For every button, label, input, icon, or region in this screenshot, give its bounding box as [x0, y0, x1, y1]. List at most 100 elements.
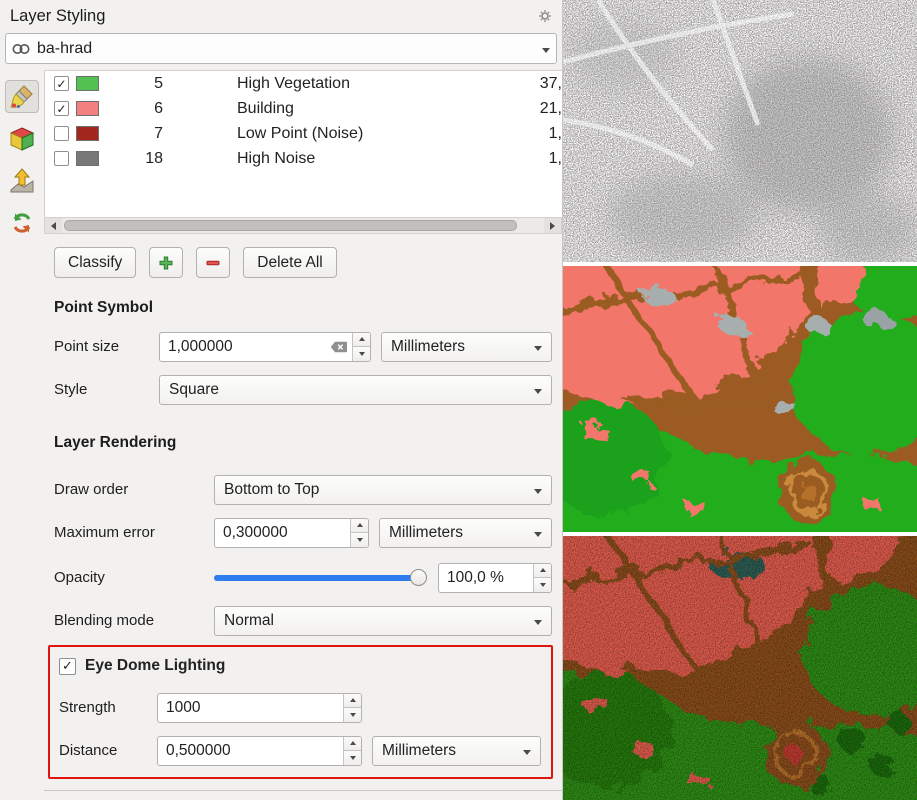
panel-spacer	[44, 779, 562, 790]
point-size-row: Point size 1,000000	[44, 331, 562, 362]
opacity-value[interactable]: 100,0 %	[439, 569, 533, 587]
opacity-label: Opacity	[54, 569, 204, 586]
tab-history[interactable]	[5, 206, 39, 239]
row-checkbox[interactable]: ✓	[54, 76, 69, 91]
opacity-slider[interactable]	[214, 568, 428, 588]
panel-options-button[interactable]	[538, 9, 552, 23]
down-arrow-icon	[359, 352, 365, 356]
point-size-value[interactable]: 1,000000	[160, 338, 326, 356]
point-symbol-heading: Point Symbol	[54, 299, 552, 317]
tab-3d-view[interactable]	[5, 122, 39, 155]
table-row[interactable]: 7 Low Point (Noise) 1,	[45, 121, 562, 146]
map-view-unclassified[interactable]	[563, 0, 917, 262]
chevron-down-icon	[534, 381, 542, 399]
spin-up-button[interactable]	[351, 519, 368, 533]
symbology-content: ✓ 5 High Vegetation 37, ✓ 6 Building 21,	[44, 70, 562, 800]
blending-mode-row: Blending mode Normal	[44, 605, 562, 636]
strength-spinbox[interactable]: 1000	[157, 693, 362, 723]
chevron-down-icon	[534, 338, 542, 356]
table-row[interactable]: ✓ 5 High Vegetation 37,	[45, 71, 562, 96]
scrollbar-track[interactable]	[62, 218, 544, 233]
spinner-buttons	[343, 737, 361, 765]
classify-button[interactable]: Classify	[54, 247, 136, 278]
elevation-arrow-icon	[9, 168, 35, 194]
spinner-buttons	[350, 519, 368, 547]
down-arrow-icon	[350, 756, 356, 760]
row-checkbox[interactable]: ✓	[54, 101, 69, 116]
class-value: 6	[107, 100, 163, 118]
delete-all-button[interactable]: Delete All	[243, 247, 336, 278]
slider-handle[interactable]	[410, 569, 427, 586]
layer-selector-row: ba-hrad	[0, 32, 562, 70]
table-row[interactable]: ✓ 6 Building 21,	[45, 96, 562, 121]
scrollbar-thumb[interactable]	[64, 220, 517, 231]
spin-up-button[interactable]	[344, 694, 361, 708]
point-size-label: Point size	[54, 338, 149, 355]
remove-class-button[interactable]	[196, 247, 230, 278]
max-error-unit-combo[interactable]: Millimeters	[379, 518, 552, 548]
layer-selector-combo[interactable]: ba-hrad	[5, 33, 557, 64]
style-label: Style	[54, 381, 149, 398]
classification-table[interactable]: ✓ 5 High Vegetation 37, ✓ 6 Building 21,	[44, 70, 562, 218]
spin-up-button[interactable]	[344, 737, 361, 751]
class-color-swatch[interactable]	[76, 76, 99, 91]
edl-checkbox[interactable]: ✓	[59, 658, 76, 675]
chevron-down-icon	[534, 524, 542, 542]
opacity-spinbox[interactable]: 100,0 %	[438, 563, 552, 593]
classified-render	[563, 266, 917, 532]
spin-up-button[interactable]	[353, 333, 370, 347]
max-error-spinbox[interactable]: 0,300000	[214, 518, 369, 548]
layer-styling-panel: Layer Styling ba-hrad	[0, 0, 563, 800]
distance-unit-combo[interactable]: Millimeters	[372, 736, 541, 766]
point-cloud-layer-icon	[12, 42, 30, 56]
distance-spinbox[interactable]: 0,500000	[157, 736, 362, 766]
combo-value: Millimeters	[389, 524, 463, 542]
point-size-spinbox[interactable]: 1,000000	[159, 332, 371, 362]
row-checkbox[interactable]	[54, 126, 69, 141]
up-arrow-icon	[350, 741, 356, 745]
slider-track[interactable]	[214, 575, 424, 581]
style-combo[interactable]: Square	[159, 375, 552, 405]
spin-down-button[interactable]	[351, 532, 368, 547]
blending-mode-combo[interactable]: Normal	[214, 606, 552, 636]
spin-down-button[interactable]	[344, 707, 361, 722]
class-color-swatch[interactable]	[76, 101, 99, 116]
horizontal-scrollbar[interactable]	[44, 218, 562, 234]
spin-down-button[interactable]	[353, 346, 370, 361]
spinner-buttons	[343, 694, 361, 722]
down-arrow-icon	[350, 713, 356, 717]
cube-3d-icon	[9, 126, 35, 152]
table-row[interactable]: 18 High Noise 1,	[45, 146, 562, 171]
draw-order-combo[interactable]: Bottom to Top	[214, 475, 552, 505]
draw-order-row: Draw order Bottom to Top	[44, 474, 562, 505]
gear-icon	[538, 9, 552, 23]
map-view-classified[interactable]	[563, 266, 917, 532]
max-error-value[interactable]: 0,300000	[215, 524, 350, 542]
scroll-left-button[interactable]	[45, 218, 62, 233]
down-arrow-icon	[357, 538, 363, 542]
spin-down-button[interactable]	[534, 577, 551, 592]
sketch-render	[563, 0, 917, 262]
distance-value[interactable]: 0,500000	[158, 742, 343, 760]
tab-symbology[interactable]	[5, 80, 39, 113]
spinner-buttons	[533, 564, 551, 592]
edl-render	[563, 536, 917, 800]
distance-label: Distance	[59, 742, 147, 759]
scroll-right-button[interactable]	[544, 218, 561, 233]
class-label: Low Point (Noise)	[237, 125, 363, 143]
row-checkbox[interactable]	[54, 151, 69, 166]
map-view-edl[interactable]	[563, 536, 917, 800]
spin-down-button[interactable]	[344, 750, 361, 765]
class-label: High Noise	[237, 150, 315, 168]
add-class-button[interactable]	[149, 247, 183, 278]
edl-label: Eye Dome Lighting	[85, 657, 225, 675]
tab-elevation[interactable]	[5, 164, 39, 197]
strength-value[interactable]: 1000	[158, 699, 343, 717]
point-size-unit-combo[interactable]: Millimeters	[381, 332, 552, 362]
class-count: 37,	[350, 75, 562, 93]
spin-up-button[interactable]	[534, 564, 551, 578]
clear-value-button[interactable]	[326, 341, 352, 353]
app-window: Layer Styling ba-hrad	[0, 0, 917, 800]
class-color-swatch[interactable]	[76, 151, 99, 166]
class-color-swatch[interactable]	[76, 126, 99, 141]
